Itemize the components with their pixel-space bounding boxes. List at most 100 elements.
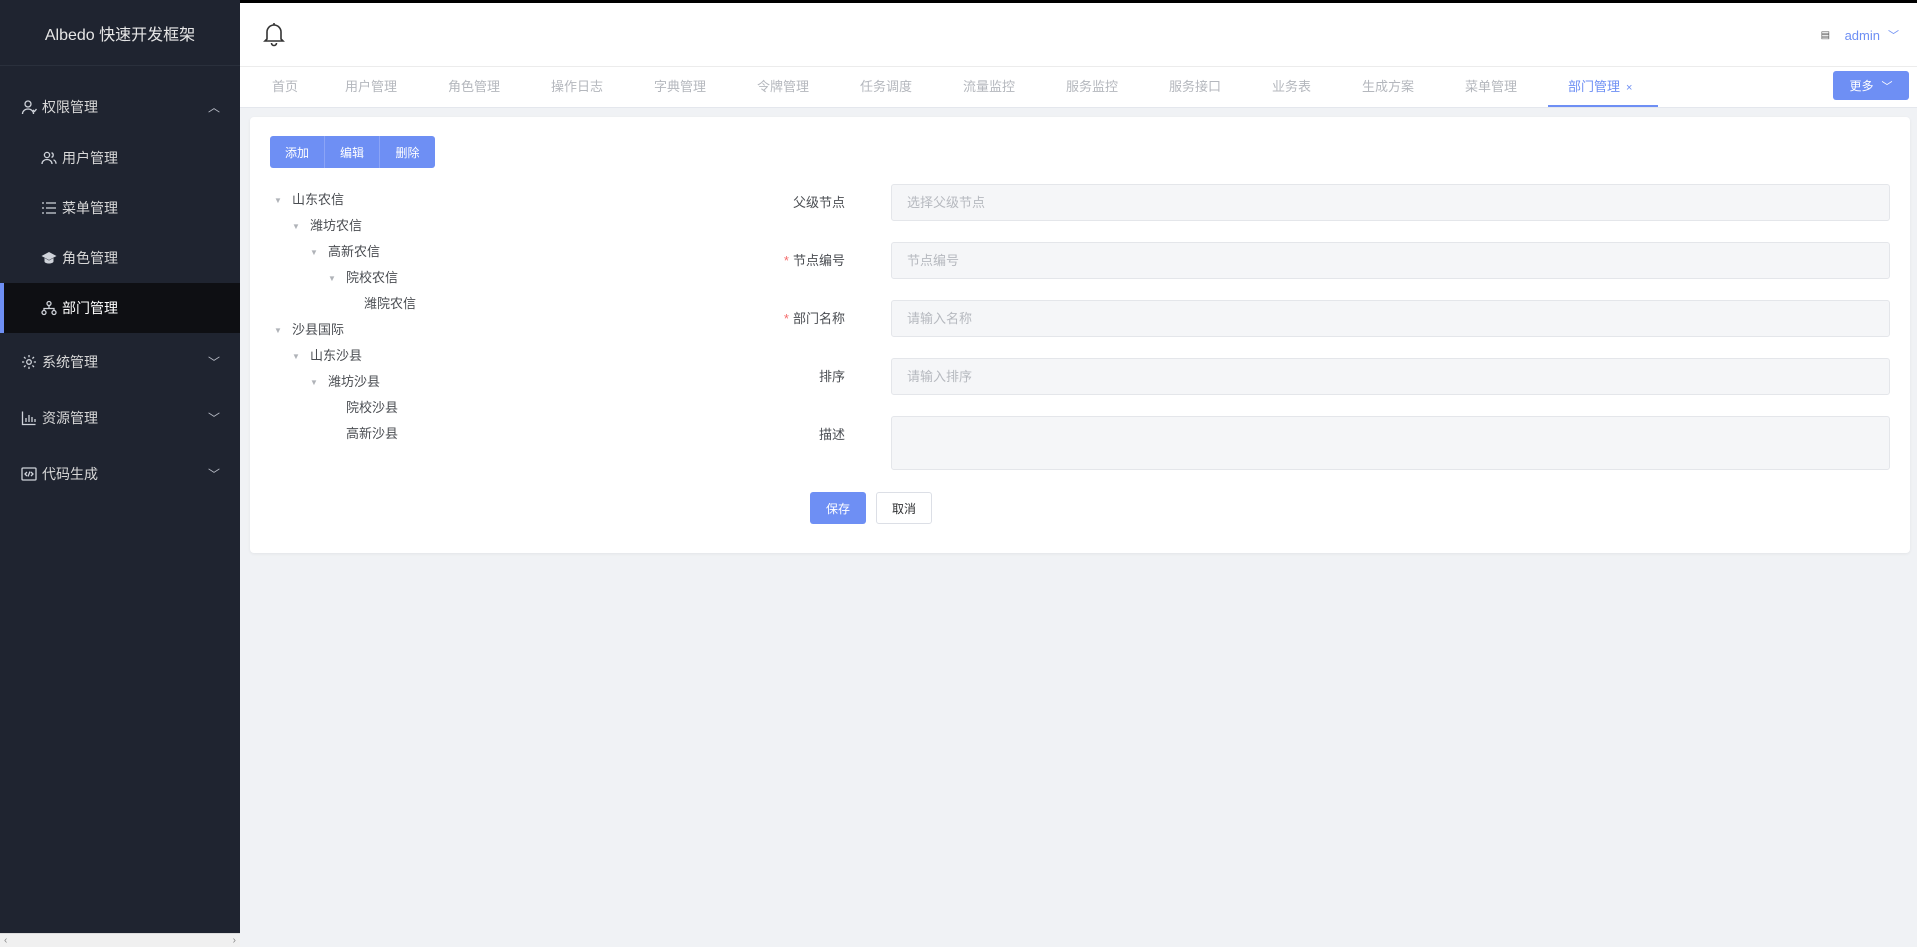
tree-node-label: 潍院农信 — [364, 296, 417, 311]
delete-button[interactable]: 删除 — [380, 136, 435, 168]
tab-gen-scheme[interactable]: 生成方案 — [1362, 67, 1414, 107]
bell-icon[interactable] — [262, 21, 286, 47]
tree-node[interactable]: ▼ 山东沙县 — [274, 343, 416, 369]
tree-node-label: 潍坊沙县 — [328, 374, 381, 389]
required-mark: * — [783, 311, 789, 326]
more-label: 更多 — [1849, 79, 1874, 93]
sort-input[interactable] — [891, 358, 1890, 395]
code-icon — [20, 465, 38, 483]
sidebar-item-menus[interactable]: 菜单管理 — [0, 183, 240, 233]
edit-button[interactable]: 编辑 — [325, 136, 380, 168]
tab-users[interactable]: 用户管理 — [345, 67, 397, 107]
tree-node-label: 沙县国际 — [292, 322, 345, 337]
sidebar-item-label: 部门管理 — [62, 300, 118, 316]
close-icon[interactable]: × — [1626, 82, 1632, 94]
tree-node[interactable]: ▼潍院农信 — [274, 291, 416, 317]
tree-node[interactable]: ▼ 院校农信 — [274, 265, 416, 291]
cancel-button[interactable]: 取消 — [876, 492, 932, 524]
caret-down-icon[interactable]: ▼ — [292, 344, 304, 370]
tab-roles[interactable]: 角色管理 — [448, 67, 500, 107]
sidebar: Albedo 快速开发框架 权限管理 ︿ 用户管理 菜单管理 角色管理 部门管理… — [0, 0, 240, 947]
add-button[interactable]: 添加 — [270, 136, 325, 168]
tab-label: 部门管理 — [1568, 79, 1621, 94]
user-shield-icon — [20, 98, 38, 116]
caret-down-icon[interactable]: ▼ — [310, 240, 322, 266]
sidebar-item-roles[interactable]: 角色管理 — [0, 233, 240, 283]
menu-group-permission: 权限管理 ︿ 用户管理 菜单管理 角色管理 部门管理 — [0, 81, 240, 333]
caret-down-icon[interactable]: ▼ — [274, 188, 286, 214]
caret-down-icon[interactable]: ▼ — [292, 214, 304, 240]
tree-node[interactable]: ▼ 山东农信 — [274, 187, 416, 213]
label-text: 父级节点 — [792, 195, 845, 210]
caret-down-icon[interactable]: ▼ — [328, 266, 340, 292]
header: ▤ admin ﹀ — [240, 3, 1917, 67]
sidebar-item-label: 角色管理 — [62, 250, 118, 266]
parent-label: 父级节点 — [725, 184, 845, 221]
label-text: 描述 — [818, 427, 845, 442]
caret-down-icon[interactable]: ▼ — [310, 370, 322, 396]
tab-dict[interactable]: 字典管理 — [654, 67, 706, 107]
chevron-down-icon: ﹀ — [207, 355, 220, 370]
tab-biz-table[interactable]: 业务表 — [1272, 67, 1311, 107]
sidebar-item-permission[interactable]: 权限管理 ︿ — [0, 81, 240, 133]
sidebar-item-label: 用户管理 — [62, 150, 118, 166]
more-tabs-button[interactable]: 更多 ﹀ — [1833, 71, 1909, 100]
sidebar-item-label: 权限管理 — [42, 99, 98, 115]
desc-label: 描述 — [725, 416, 845, 453]
sidebar-horizontal-scrollbar[interactable]: ‹ › — [0, 933, 240, 947]
sitemap-icon — [40, 299, 58, 317]
department-tree: ▼山东农信 ▼潍坊农信 ▼高新农信 ▼院校农信 ▼潍院农信 ▼沙县国际 ▼山东沙… — [274, 187, 416, 447]
sidebar-item-label: 系统管理 — [42, 354, 98, 370]
chevron-down-icon: ﹀ — [1881, 80, 1893, 93]
tab-departments[interactable]: 部门管理 × — [1568, 67, 1632, 107]
chevron-down-icon: ﹀ — [207, 411, 220, 426]
app-title: Albedo 快速开发框架 — [0, 0, 240, 66]
tab-menus[interactable]: 菜单管理 — [1465, 67, 1517, 107]
node-code-input[interactable] — [891, 242, 1890, 279]
sidebar-item-users[interactable]: 用户管理 — [0, 133, 240, 183]
tree-node[interactable]: ▼高新沙县 — [274, 421, 416, 447]
sidebar-item-system[interactable]: 系统管理 ﹀ — [0, 336, 240, 388]
parent-node-select[interactable] — [891, 184, 1890, 221]
chevron-down-icon: ﹀ — [207, 467, 220, 482]
sidebar-item-resources[interactable]: 资源管理 ﹀ — [0, 392, 240, 444]
scroll-left-icon[interactable]: ‹ — [4, 935, 7, 946]
tree-node[interactable]: ▼ 高新农信 — [274, 239, 416, 265]
sidebar-item-codegen[interactable]: 代码生成 ﹀ — [0, 448, 240, 500]
tree-node-label: 高新农信 — [328, 244, 381, 259]
tab-schedule[interactable]: 任务调度 — [860, 67, 912, 107]
description-textarea[interactable] — [891, 416, 1890, 470]
caret-down-icon[interactable]: ▼ — [274, 318, 286, 344]
save-button[interactable]: 保存 — [810, 492, 866, 524]
tree-node-label: 院校农信 — [346, 270, 399, 285]
chevron-up-icon: ︿ — [207, 100, 220, 115]
user-card-icon: ▤ — [1820, 30, 1831, 41]
sidebar-item-label: 菜单管理 — [62, 200, 118, 216]
user-menu[interactable]: ▤ admin ﹀ — [1821, 27, 1899, 43]
tree-node[interactable]: ▼ 沙县国际 — [274, 317, 416, 343]
users-icon — [40, 149, 58, 167]
sort-label: 排序 — [725, 358, 845, 395]
tab-service-monitor[interactable]: 服务监控 — [1066, 67, 1118, 107]
code-label: * 节点编号 — [725, 242, 845, 279]
tree-node[interactable]: ▼院校沙县 — [274, 395, 416, 421]
tab-traffic[interactable]: 流量监控 — [963, 67, 1015, 107]
tab-token[interactable]: 令牌管理 — [757, 67, 809, 107]
tab-home[interactable]: 首页 — [272, 67, 298, 107]
tab-service-api[interactable]: 服务接口 — [1169, 67, 1221, 107]
tree-node[interactable]: ▼ 潍坊农信 — [274, 213, 416, 239]
sidebar-item-label: 代码生成 — [42, 466, 98, 482]
tree-node-label: 山东农信 — [292, 192, 345, 207]
scroll-right-icon[interactable]: › — [233, 935, 236, 946]
label-text: 排序 — [818, 369, 845, 384]
active-tab-indicator — [1548, 105, 1658, 107]
department-card: 添加 编辑 删除 ▼山东农信 ▼潍坊农信 ▼高新农信 ▼院校农信 ▼潍院农信 ▼… — [250, 117, 1910, 553]
action-button-group: 添加 编辑 删除 — [270, 136, 435, 168]
tab-oplog[interactable]: 操作日志 — [551, 67, 603, 107]
label-text: 节点编号 — [792, 253, 845, 268]
department-name-input[interactable] — [891, 300, 1890, 337]
label-text: 部门名称 — [792, 311, 845, 326]
chevron-down-icon: ﹀ — [1888, 30, 1899, 42]
sidebar-item-departments[interactable]: 部门管理 — [0, 283, 240, 333]
tree-node[interactable]: ▼ 潍坊沙县 — [274, 369, 416, 395]
